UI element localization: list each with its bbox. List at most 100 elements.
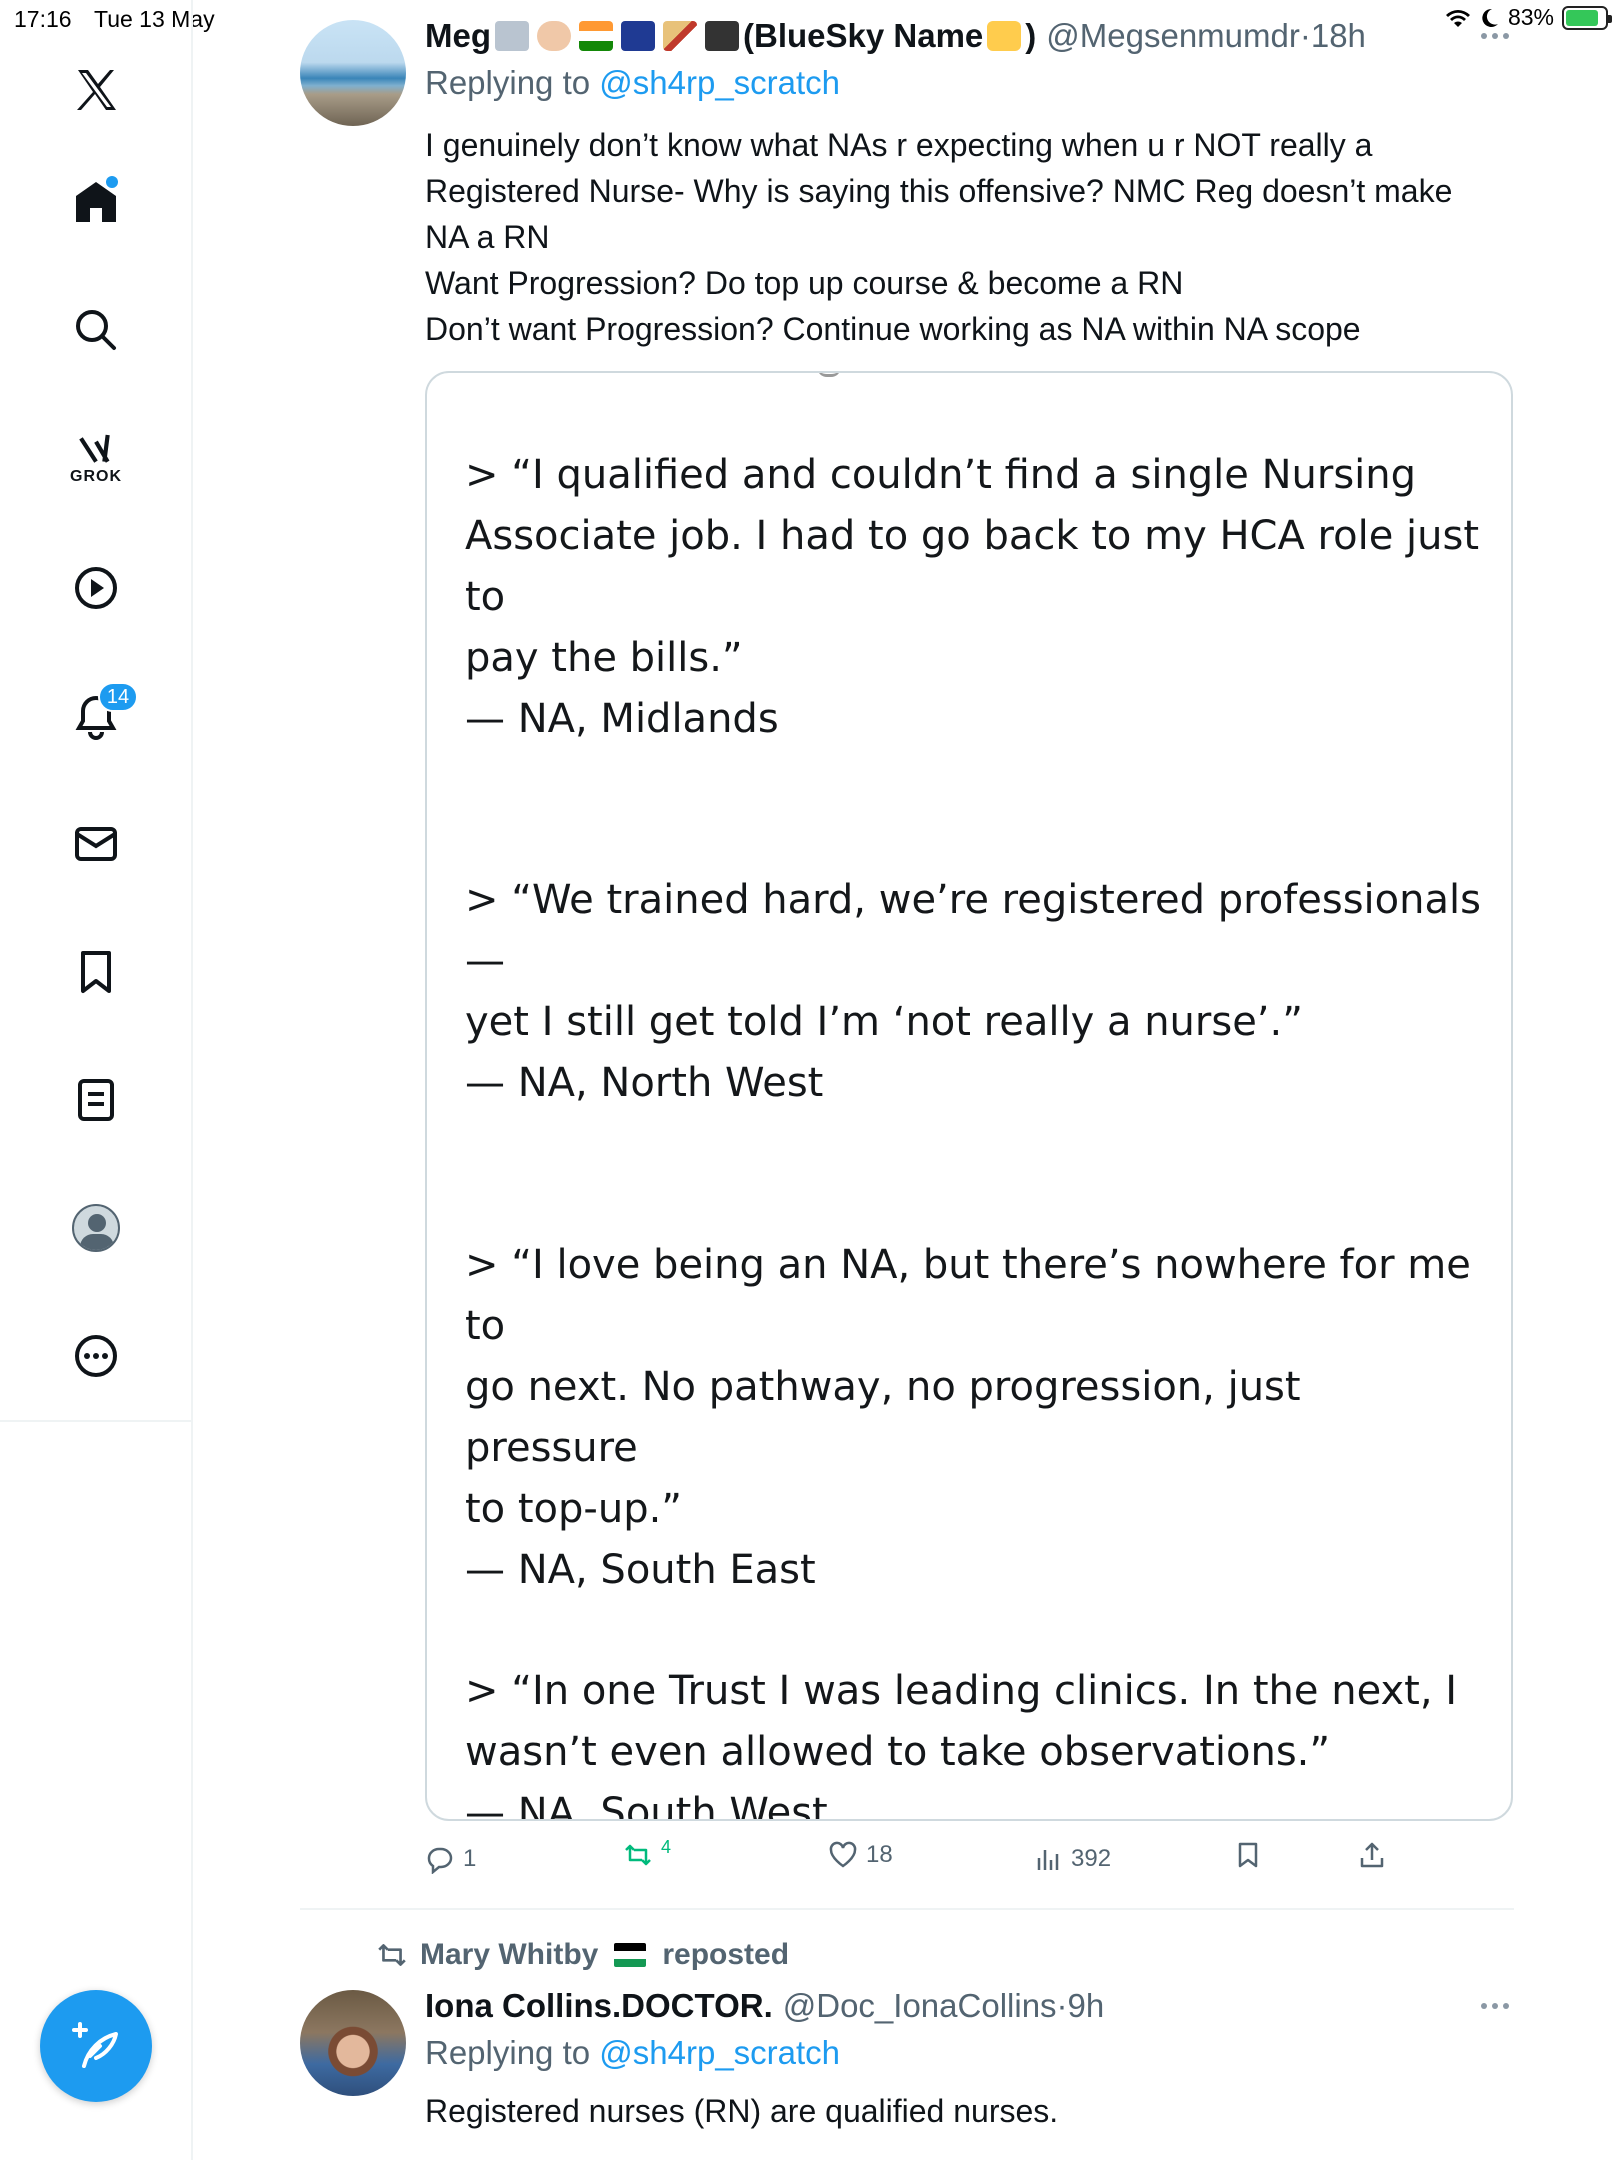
quote-line: > “We trained hard, we’re registered pro…	[465, 877, 1481, 984]
share-icon	[1360, 1842, 1384, 1868]
quote-block-1: > “I qualified and couldn’t find a singl…	[465, 445, 1485, 750]
tweet2-author-avatar[interactable]	[300, 1990, 406, 2096]
tweet-more-icon[interactable]	[1475, 26, 1515, 46]
views-button[interactable]: 392	[1033, 1844, 1111, 1874]
quote-line: pay the bills.”	[465, 635, 743, 681]
bookmark-icon	[81, 951, 111, 993]
quote-line: > “I love being an NA, but there’s nowhe…	[465, 1242, 1471, 1349]
india-flag-icon	[579, 21, 613, 51]
sidebar-item-grok[interactable]: GROK	[56, 418, 136, 498]
like-button[interactable]: 18	[828, 1840, 893, 1870]
tweet2-header: Iona Collins.DOCTOR. @Doc_IonaCollins · …	[425, 1984, 1104, 2028]
uk-flag-icon	[621, 21, 655, 51]
reply-icon	[427, 1847, 453, 1874]
tweet-image[interactable]: > “I qualified and couldn’t find a singl…	[425, 371, 1513, 1821]
quote-line: > “In one Trust I was leading clinics. I…	[465, 1668, 1458, 1714]
tweet-replying-to: Replying to @sh4rp_scratch	[425, 64, 840, 102]
tweet-author-avatar[interactable]	[300, 20, 406, 126]
tweet2-time-sep: ·	[1056, 1987, 1068, 2024]
replying-mention[interactable]: @sh4rp_scratch	[599, 64, 840, 101]
repost-count: 4	[661, 1836, 672, 1857]
cricket-emoji-icon	[663, 21, 697, 51]
quote-block-4: > “In one Trust I was leading clinics. I…	[465, 1661, 1485, 1821]
replying-prefix: Replying to	[425, 64, 600, 101]
tweet2-more-icon[interactable]	[1475, 1996, 1515, 2016]
sidebar-item-video[interactable]	[56, 548, 136, 628]
sidebar-item-more[interactable]	[56, 1316, 136, 1396]
tweet2-author-name[interactable]: Iona Collins.DOCTOR.	[425, 1987, 773, 2025]
quote-attribution: — NA, North West	[465, 1060, 824, 1106]
camera-emoji-icon	[705, 21, 739, 51]
pointing-down-emoji-icon	[987, 21, 1022, 51]
heart-icon	[829, 1841, 857, 1868]
views-chart-icon	[1037, 1850, 1059, 1870]
views-count: 392	[1071, 1845, 1112, 1872]
tweet-time-sep: ·	[1299, 17, 1311, 54]
tweet2-text: Registered nurses (RN) are qualified nur…	[425, 2093, 1059, 2129]
tweet-text: I genuinely don’t know what NAs r expect…	[425, 122, 1525, 352]
share-button[interactable]	[1357, 1840, 1387, 1870]
tweet-author-name-close: )	[1025, 17, 1037, 54]
family-emoji-icon	[495, 21, 529, 51]
bookmark-button[interactable]	[1233, 1840, 1263, 1870]
quote-attribution: — NA, Midlands	[465, 696, 779, 742]
palestine-flag-icon	[614, 1943, 647, 1967]
sidebar-item-bookmarks[interactable]	[56, 932, 136, 1012]
replying-prefix: Replying to	[425, 2034, 600, 2071]
tweet-text-line: Don’t want Progression? Continue working…	[425, 311, 1361, 347]
tweet2-replying-to: Replying to @sh4rp_scratch	[425, 2034, 840, 2072]
compose-post-button[interactable]	[40, 1990, 152, 2102]
repost-context: Mary Whitby reposted	[376, 1938, 789, 1972]
quote-line: yet I still get told I’m ‘not really a n…	[465, 999, 1303, 1045]
reply-count: 1	[463, 1845, 477, 1872]
quote-line: Associate job. I had to go back to my HC…	[465, 513, 1480, 620]
nurse-emoji-icon	[537, 21, 571, 51]
replying-mention[interactable]: @sh4rp_scratch	[599, 2034, 840, 2071]
tweet-actions: 1 4 18 392	[425, 1836, 1425, 1884]
reposted-by-name[interactable]: Mary Whitby	[420, 1938, 598, 1972]
mail-icon	[75, 827, 117, 861]
sidebar-item-messages[interactable]	[56, 804, 136, 884]
battery-fill	[1566, 9, 1598, 26]
sidebar-item-search[interactable]	[56, 290, 136, 370]
compose-feather-icon	[72, 2022, 118, 2068]
notifications-badge: 14	[98, 682, 138, 712]
tweet2-author-handle[interactable]: @Doc_IonaCollins	[783, 1987, 1057, 2025]
image-top-fragment	[817, 373, 841, 377]
x-logo[interactable]	[56, 50, 136, 130]
quote-line: > “I qualified and couldn’t find a singl…	[465, 452, 1417, 498]
sidebar-item-profile[interactable]	[56, 1188, 136, 1268]
tweet-author-name[interactable]: Meg	[425, 17, 491, 55]
sidebar-item-notifications[interactable]: 14	[56, 676, 138, 756]
repost-icon	[625, 1844, 651, 1866]
quote-attribution: — NA, South East	[465, 1547, 816, 1593]
x-logo-icon	[77, 70, 116, 110]
home-unread-dot	[106, 176, 118, 188]
grok-icon	[79, 434, 110, 463]
quote-line: wasn’t even allowed to take observations…	[465, 1729, 1331, 1775]
list-icon	[78, 1079, 114, 1121]
wifi-icon	[1445, 9, 1470, 27]
bookmark-outline-icon	[1238, 1842, 1258, 1868]
sidebar-item-lists[interactable]	[56, 1060, 136, 1140]
quote-attribution: — NA, South West	[465, 1790, 828, 1821]
profile-avatar-icon	[72, 1204, 120, 1252]
like-count: 18	[866, 1841, 893, 1868]
tweet2-time[interactable]: 9h	[1068, 1987, 1105, 2025]
quote-block-3: > “I love being an NA, but there’s nowhe…	[465, 1235, 1485, 1601]
tweet-time[interactable]: 18h	[1311, 17, 1366, 55]
quote-block-2: > “We trained hard, we’re registered pro…	[465, 870, 1485, 1114]
sidebar-nav: GROK 14	[0, 0, 193, 2160]
quote-line: to top-up.”	[465, 1486, 683, 1532]
reply-button[interactable]: 1	[425, 1844, 476, 1874]
tweet-author-name-suffix: (BlueSky Name	[743, 17, 984, 54]
sidebar-item-home[interactable]	[56, 162, 136, 242]
battery-icon	[1562, 5, 1612, 30]
sidebar-divider	[0, 1420, 192, 1422]
tweet-text-line: Registered Nurse- Why is saying this off…	[425, 173, 1453, 209]
repost-button[interactable]: 4	[623, 1836, 672, 1870]
status-right: 83%	[1444, 4, 1612, 31]
tweet-author-handle[interactable]: @Megsenmumdr	[1046, 17, 1300, 55]
search-icon	[76, 310, 116, 350]
tweet-text-line: NA a RN	[425, 219, 550, 255]
